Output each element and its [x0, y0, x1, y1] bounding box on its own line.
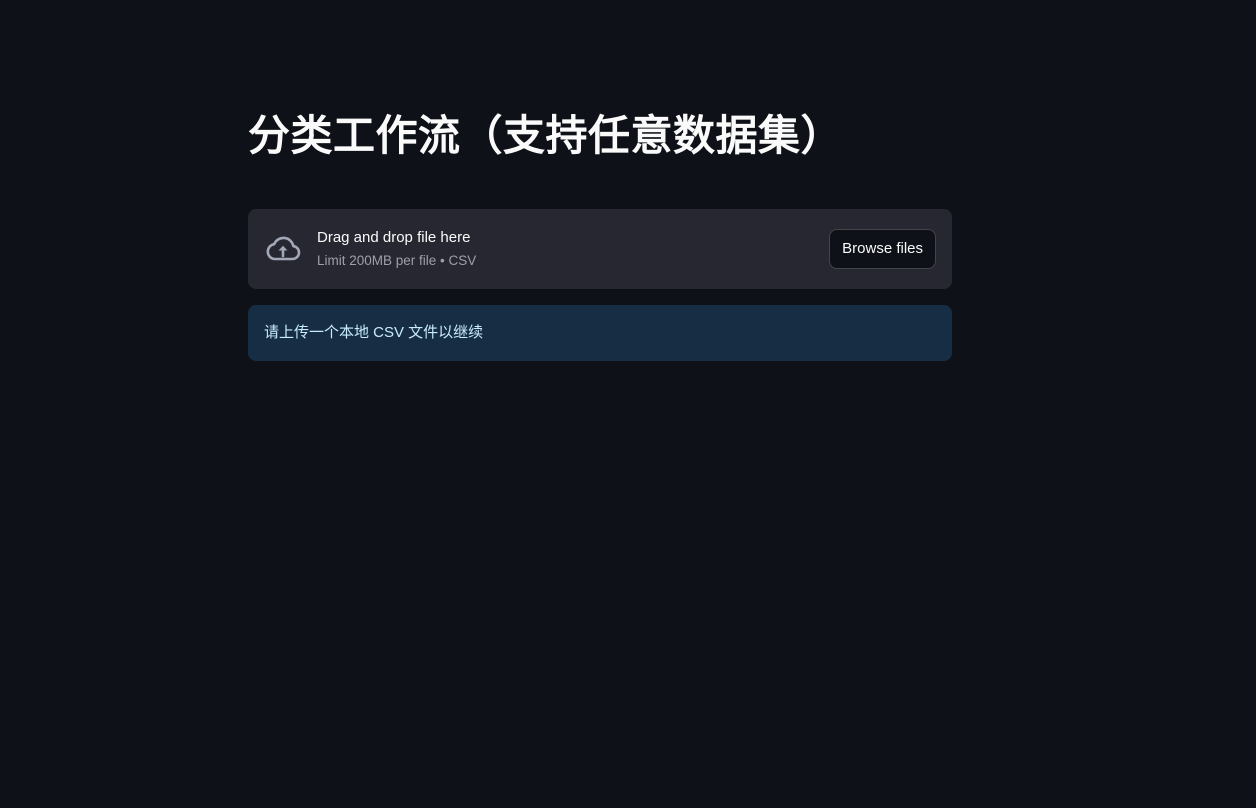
dropzone-limit-text: Limit 200MB per file • CSV — [317, 253, 477, 268]
page-title: 分类工作流（支持任意数据集） — [248, 112, 844, 159]
info-alert-message: 请上传一个本地 CSV 文件以继续 — [264, 324, 484, 341]
dropzone-title: Drag and drop file here — [317, 229, 471, 246]
browse-files-button[interactable]: Browse files — [829, 229, 936, 269]
info-alert: 请上传一个本地 CSV 文件以继续 — [248, 305, 952, 361]
cloud-upload-icon — [264, 233, 302, 265]
file-uploader-dropzone[interactable]: Drag and drop file here Limit 200MB per … — [248, 209, 952, 289]
dropzone-instructions: Drag and drop file here Limit 200MB per … — [317, 227, 476, 270]
